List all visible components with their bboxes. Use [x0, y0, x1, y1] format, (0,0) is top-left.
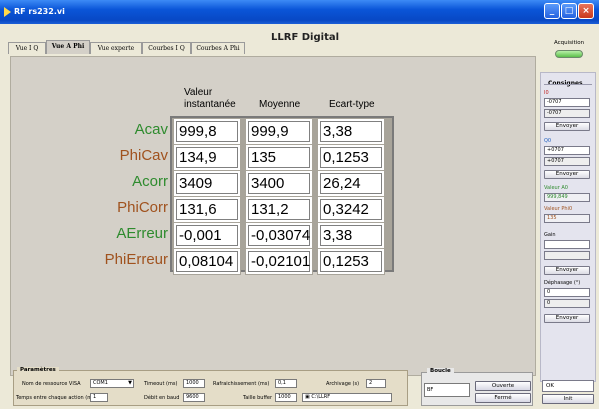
cell-phicorr-ecart: 0,3242 — [318, 197, 384, 222]
buffer-input[interactable]: 1000 — [275, 393, 297, 402]
tab-vue-a-phi[interactable]: Vue A Phi — [46, 40, 90, 54]
header-moyenne: Moyenne — [259, 99, 301, 110]
row-label-aerreur: AErreur — [116, 225, 168, 242]
header-ecart-type: Ecart-type — [329, 99, 375, 110]
cell-phicav-valeur: 134,9 — [174, 145, 240, 170]
parametres-title: Paramètres — [17, 367, 59, 373]
window-title: RF rs232.vi — [14, 7, 65, 16]
folder-icon: ▣ — [305, 394, 310, 400]
boucle-close-button[interactable]: Fermé — [475, 393, 531, 403]
cell-phicav-ecart: 0,1253 — [318, 145, 384, 170]
window-client: Vue I Q Vue A Phi Vue experte Courbes I … — [3, 24, 596, 406]
baud-input[interactable]: 9600 — [183, 393, 205, 402]
valeur-phi0-label: Valeur Phi0 — [544, 206, 573, 212]
row-label-acorr: Acorr — [132, 173, 168, 190]
cell-phicorr-moyenne: 131,2 — [246, 197, 312, 222]
dephasage-send-button[interactable]: Envoyer — [544, 314, 590, 323]
i0-send-button[interactable]: Envoyer — [544, 122, 590, 131]
cell-acorr-moyenne: 3400 — [246, 171, 312, 196]
row-label-acav: Acav — [134, 121, 168, 138]
cell-phierreur-valeur: 0,08104 — [174, 249, 240, 274]
row-label-phicav: PhiCav — [119, 147, 168, 164]
valeur-a0-label: Valeur A0 — [544, 185, 568, 191]
cell-aerreur-valeur: -0,001 — [174, 223, 240, 248]
refresh-input[interactable]: 0,1 — [275, 379, 297, 388]
gain-readback — [544, 251, 590, 260]
refresh-label: Rafraichissement (ms) — [213, 381, 270, 387]
cell-acorr-valeur: 3409 — [174, 171, 240, 196]
boucle-title: Boucle — [427, 368, 454, 374]
visa-label: Nom de ressource VISA — [22, 381, 81, 387]
i0-label: I0 — [544, 90, 549, 96]
archive-input[interactable]: 2 — [366, 379, 386, 388]
i0-readback: -0707 — [544, 109, 590, 118]
consignes-divider — [544, 84, 592, 85]
maximize-icon: □ — [564, 6, 574, 16]
gain-label: Gain — [544, 232, 556, 238]
page-title: LLRF Digital — [271, 32, 340, 43]
cell-phicav-moyenne: 135 — [246, 145, 312, 170]
delay-input[interactable]: 1 — [90, 393, 108, 402]
gain-input[interactable] — [544, 240, 590, 249]
tab-courbes-a-phi[interactable]: Courbes A Phi — [191, 42, 245, 54]
cell-aerreur-ecart: 3,38 — [318, 223, 384, 248]
dephasage-readback: 0 — [544, 299, 590, 308]
cell-acav-ecart: 3,38 — [318, 119, 384, 144]
cell-aerreur-moyenne: -0,03074 — [246, 223, 312, 248]
row-label-phierreur: PhiErreur — [104, 251, 168, 268]
q0-input[interactable]: +0707 — [544, 146, 590, 155]
maximize-button[interactable]: □ — [561, 3, 577, 19]
boucle-status-display: BF — [424, 383, 470, 397]
valeur-a0-display: 999,849 — [544, 193, 590, 202]
baud-label: Débit en baud — [144, 395, 180, 401]
i0-input[interactable]: -0707 — [544, 98, 590, 107]
init-button[interactable]: Init — [542, 394, 594, 404]
acquisition-toggle[interactable] — [555, 50, 583, 58]
valeur-phi0-display: 135 — [544, 214, 590, 223]
timeout-input[interactable]: 1000 — [183, 379, 205, 388]
minimize-icon: _ — [549, 6, 555, 16]
dephasage-input[interactable]: 0 — [544, 288, 590, 297]
row-label-phicorr: PhiCorr — [117, 199, 168, 216]
cell-phierreur-ecart: 0,1253 — [318, 249, 384, 274]
consignes-panel — [540, 72, 596, 382]
q0-readback: +0707 — [544, 157, 590, 166]
visa-resource-select[interactable]: COM1 ▼ — [90, 379, 134, 388]
header-valeur-instantanee: Valeur instantanée — [184, 87, 236, 110]
tab-courbes-iq[interactable]: Courbes I Q — [142, 42, 191, 54]
cell-acorr-ecart: 26,24 — [318, 171, 384, 196]
tab-vue-experte[interactable]: Vue experte — [90, 42, 142, 54]
archive-path-input[interactable]: ▣ C:\LLRF — [302, 393, 392, 402]
close-button[interactable]: × — [578, 3, 594, 19]
archive-label: Archivage (s) — [326, 381, 360, 387]
visa-value: COM1 — [93, 380, 108, 386]
chevron-down-icon: ▼ — [128, 380, 132, 386]
cell-phicorr-valeur: 131,6 — [174, 197, 240, 222]
cell-phierreur-moyenne: -0,02101 — [246, 249, 312, 274]
dephasage-label: Déphasage (°) — [544, 280, 581, 286]
q0-send-button[interactable]: Envoyer — [544, 170, 590, 179]
buffer-label: Taille buffer — [243, 395, 273, 401]
ok-status-field: OK — [542, 380, 594, 392]
close-icon: × — [582, 6, 590, 16]
gain-send-button[interactable]: Envoyer — [544, 266, 590, 275]
q0-label: Q0 — [544, 138, 552, 144]
boucle-open-button[interactable]: Ouverte — [475, 381, 531, 391]
acquisition-label: Acquisition — [553, 40, 585, 46]
title-bar: RF rs232.vi _ □ × — [0, 0, 599, 24]
labview-run-icon — [4, 7, 11, 17]
cell-acav-valeur: 999,8 — [174, 119, 240, 144]
tab-vue-iq[interactable]: Vue I Q — [8, 42, 46, 54]
archive-path-value: C:\LLRF — [311, 394, 331, 400]
timeout-label: Timeout (ms) — [144, 381, 178, 387]
minimize-button[interactable]: _ — [544, 3, 560, 19]
cell-acav-moyenne: 999,9 — [246, 119, 312, 144]
delay-label: Temps entre chaque action (ms) — [16, 395, 97, 401]
